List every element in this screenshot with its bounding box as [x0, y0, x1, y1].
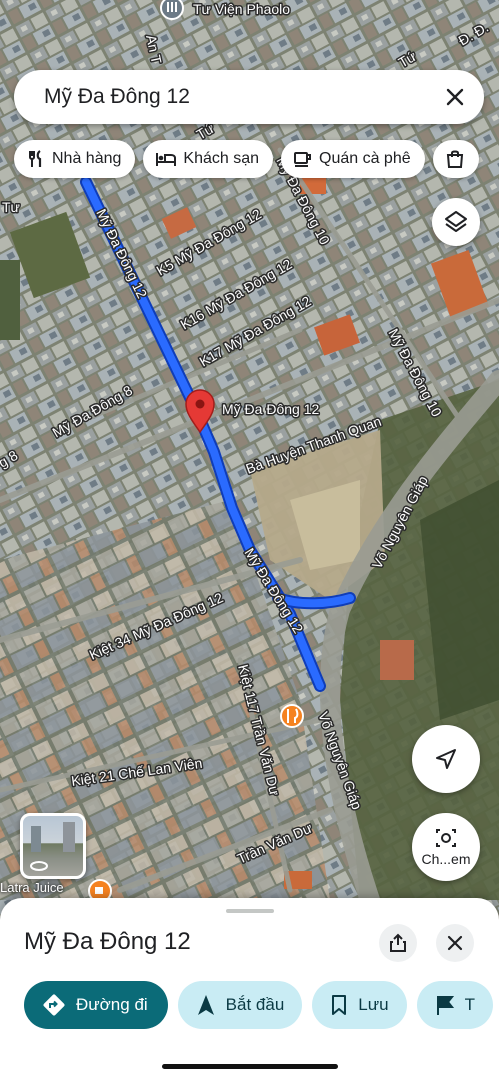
bookmark-icon [332, 995, 347, 1015]
chip-label: Quán cà phê [319, 150, 411, 167]
street-view-thumbnail[interactable] [20, 813, 86, 879]
fork-knife-icon [29, 150, 42, 167]
layers-icon [445, 211, 467, 232]
home-indicator[interactable] [162, 1064, 338, 1069]
camera-search-icon [436, 829, 456, 847]
directions-label: Đường đi [76, 995, 148, 1014]
sheet-grabber[interactable] [226, 909, 274, 913]
place-sheet[interactable]: Mỹ Đa Đông 12 Đường đi Bắt đầu Lưu T [0, 898, 499, 1080]
coffee-cup-icon [294, 152, 311, 167]
save-label: Lưu [358, 995, 389, 1014]
share-button[interactable] [379, 924, 417, 962]
chip-shopping[interactable] [432, 140, 479, 178]
close-icon[interactable] [442, 84, 468, 110]
layers-button[interactable] [432, 198, 480, 246]
street-fragment: Tư [2, 199, 20, 215]
lens-label: Ch...em [421, 851, 471, 867]
category-chips: Nhà hàng Khách sạn Quán cà phê [14, 140, 499, 178]
action-buttons: Đường đi Bắt đầu Lưu T [24, 981, 493, 1029]
share-icon [390, 933, 406, 952]
start-label: Bắt đầu [225, 995, 285, 1014]
save-button[interactable]: Lưu [312, 981, 407, 1029]
label-button[interactable]: T [416, 981, 493, 1029]
chip-cafes[interactable]: Quán cà phê [281, 140, 425, 178]
navigation-arrow-icon [197, 995, 214, 1015]
poi-label: Latra Juice [0, 880, 64, 895]
search-bar[interactable]: Mỹ Đa Đông 12 [14, 70, 484, 124]
lens-button[interactable]: Ch...em [412, 813, 480, 881]
my-location-button[interactable] [412, 725, 480, 793]
pin-label: Mỹ Đa Đông 12 [222, 401, 319, 417]
navigation-arrow-icon [436, 749, 456, 769]
top-poi[interactable]: Tư Viện Phaolo [160, 0, 292, 20]
bed-icon [156, 153, 177, 166]
top-poi-label: Tư Viện Phaolo [193, 1, 290, 17]
label-label: T [464, 995, 475, 1014]
chip-restaurants[interactable]: Nhà hàng [14, 140, 136, 178]
start-button[interactable]: Bắt đầu [177, 981, 303, 1029]
chip-label: Khách sạn [183, 150, 259, 167]
close-sheet-button[interactable] [436, 924, 474, 962]
shopping-bag-icon [446, 150, 463, 168]
close-icon [447, 935, 463, 951]
directions-icon [43, 994, 65, 1016]
search-query[interactable]: Mỹ Đa Đông 12 [44, 85, 442, 109]
place-title: Mỹ Đa Đông 12 [24, 928, 191, 955]
flag-icon [436, 996, 454, 1015]
directions-button[interactable]: Đường đi [24, 981, 168, 1029]
street-view-icon [30, 822, 75, 871]
chip-label: Nhà hàng [52, 150, 122, 167]
chip-hotels[interactable]: Khách sạn [143, 140, 273, 178]
restaurant-poi-icon[interactable] [280, 704, 304, 728]
